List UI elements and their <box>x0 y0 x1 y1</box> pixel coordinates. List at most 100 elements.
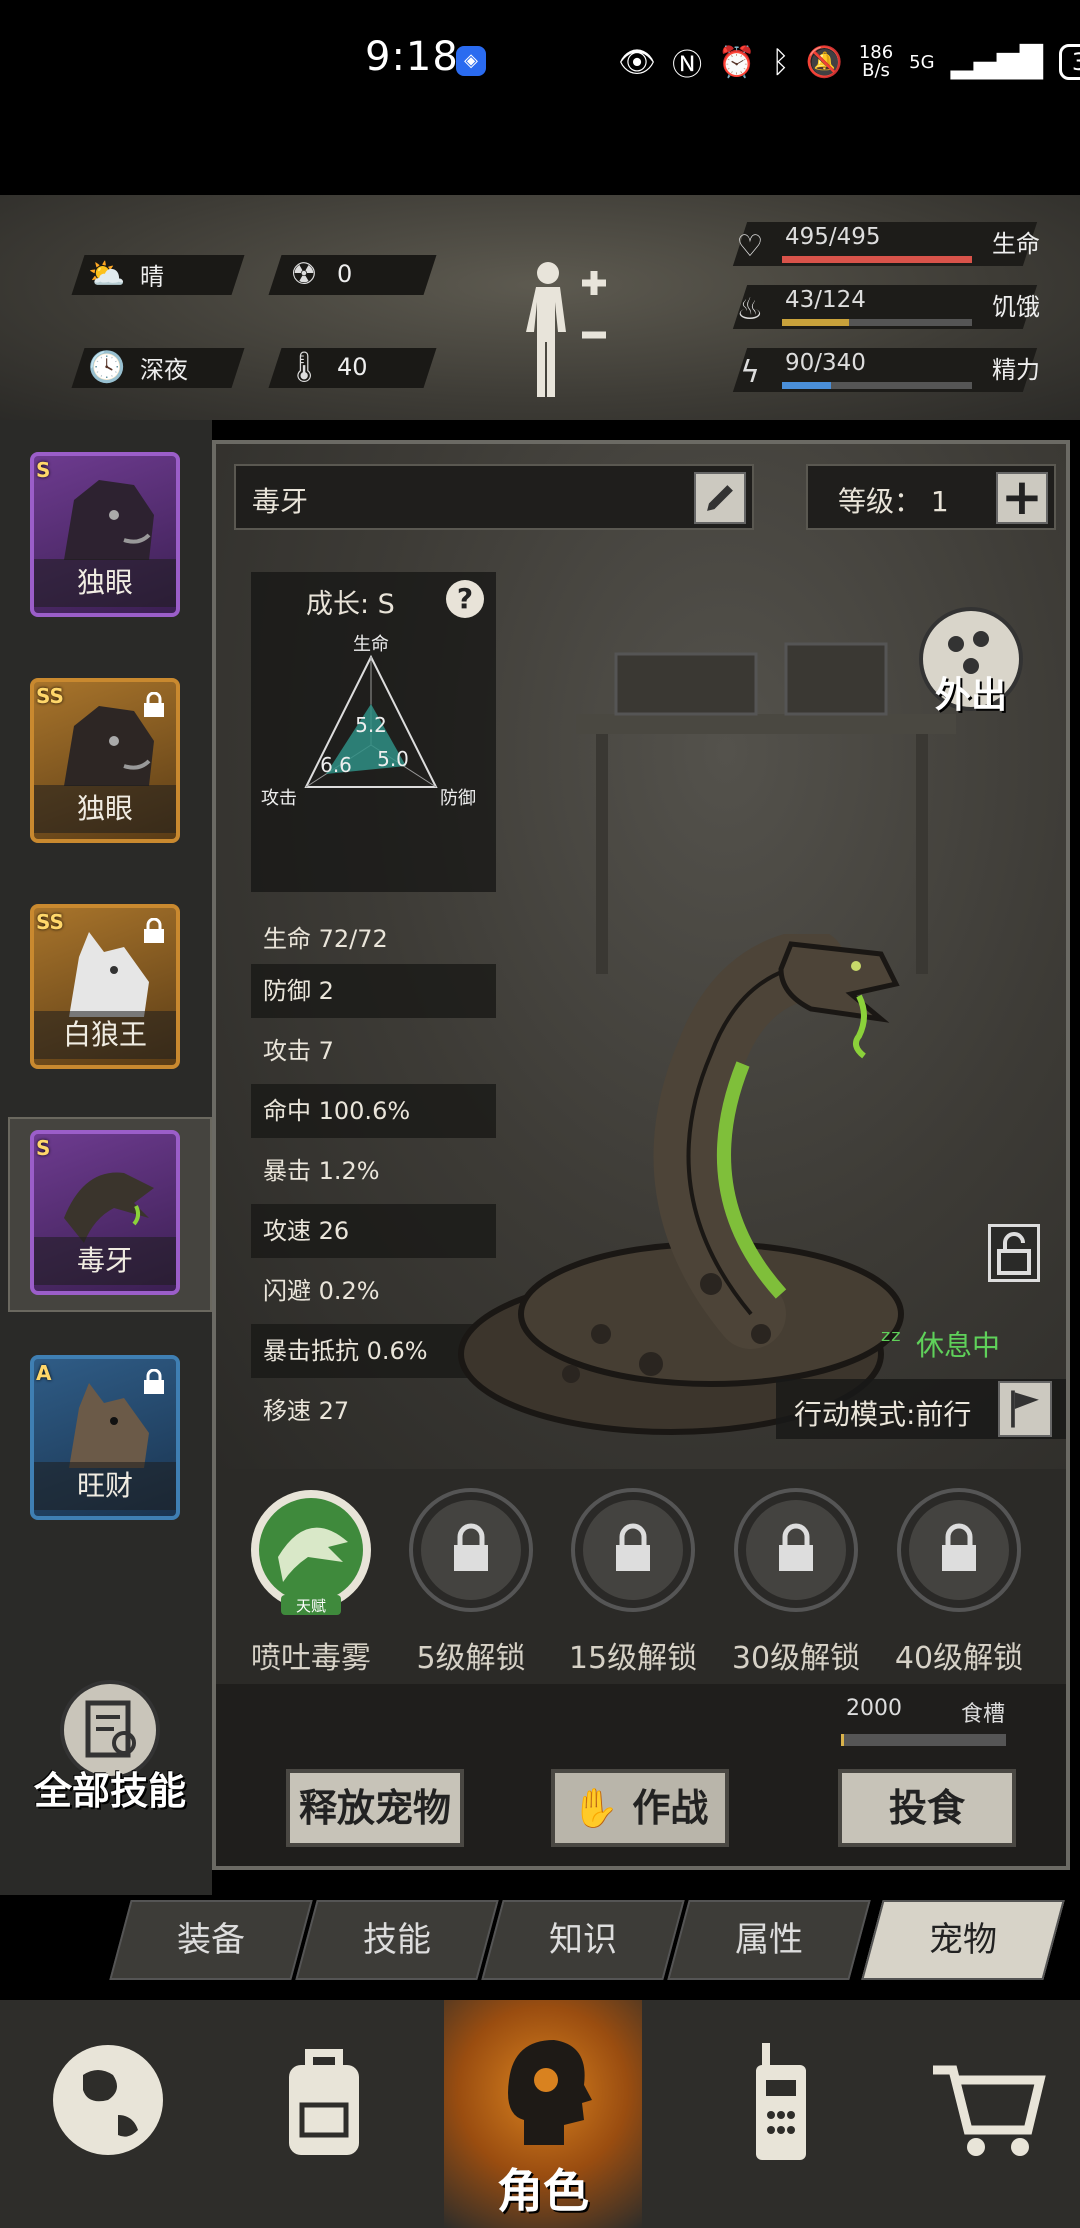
fight-button[interactable]: ✋ 作战 <box>551 1769 729 1847</box>
release-pet-button[interactable]: 释放宠物 <box>286 1769 464 1847</box>
pet-card-white-wolf-king[interactable]: SS 白狼王 <box>30 904 180 1069</box>
nav-shop[interactable] <box>880 2000 1080 2228</box>
top-hud: ⛅ 晴 ☢ 0 🕓 深夜 🌡 40 ♡ 495/495 生命 ♨ 43/124 … <box>0 195 1080 420</box>
bluetooth-icon: ᛒ <box>771 44 790 80</box>
backpack-icon <box>289 2049 359 2155</box>
network-speed: 186 B/s <box>858 42 894 81</box>
pet-card-poison-fang[interactable]: S 毒牙 <box>30 1130 180 1295</box>
shield-icon: ◈ <box>456 46 486 76</box>
status-icons: 👁 Ⓝ ⏰ ᛒ 🔕 186B/s 5G ▂▄▆█ 30 <box>618 42 1080 83</box>
radiation-icon: ☢ <box>290 256 318 292</box>
lock-icon <box>144 918 164 943</box>
heart-icon: ♡ <box>736 228 764 264</box>
health-label: 生命 <box>992 230 1040 258</box>
skill-label: 40级解锁 <box>894 1641 1024 1676</box>
outing-label: 外出 <box>934 675 1007 716</box>
energy-icon: ϟ <box>740 354 760 390</box>
hunger-label: 饥饿 <box>992 293 1040 321</box>
pet-rank-badge: S <box>36 458 51 482</box>
rest-status: 休息中 <box>916 1329 1001 1362</box>
signal-icon: ▂▄▆█ <box>950 44 1043 80</box>
skill-slot-locked[interactable]: 30级解锁 <box>721 1487 871 1677</box>
skills-row: 天赋 喷吐毒雾 5级解锁 15级解锁 30级解锁 40级解锁 <box>216 1469 1066 1684</box>
trough-bar <box>841 1734 1006 1746</box>
lock-icon <box>144 1369 164 1394</box>
locked-skill-icon <box>409 1488 533 1612</box>
skill-slot-locked[interactable]: 5级解锁 <box>396 1487 546 1677</box>
growth-text: 成长: S <box>306 589 395 620</box>
lock-icon <box>144 692 164 717</box>
snake-pet-illustration <box>458 934 904 1435</box>
head-silhouette-icon <box>508 2040 592 2145</box>
pet-rank-badge: SS <box>36 684 64 708</box>
pet-lock-button[interactable] <box>988 1224 1040 1282</box>
radar-axis-right: 防御 <box>440 788 476 809</box>
weather-value: 晴 <box>140 262 164 291</box>
boar-portrait-icon <box>64 480 154 560</box>
body-status-figure[interactable] <box>520 255 610 405</box>
help-button[interactable]: ? <box>446 580 484 618</box>
tab-bar: 装备 技能 知识 属性 宠物 <box>0 1895 1080 2000</box>
edit-name-button[interactable] <box>694 472 746 524</box>
pet-card-dueyan-2[interactable]: SS 独眼 <box>30 678 180 843</box>
pet-card-wangcai[interactable]: A 旺财 <box>30 1355 180 1520</box>
snake-skill-icon: 天赋 <box>251 1490 371 1615</box>
bottom-navigation: 角色 <box>0 2000 1080 2228</box>
pet-name-text: 毒牙 <box>252 485 309 518</box>
skill-slot-locked[interactable]: 15级解锁 <box>558 1487 708 1677</box>
tab-pets-label: 宠物 <box>929 1920 997 1960</box>
pet-card-dueyan-1[interactable]: S 独眼 <box>30 452 180 617</box>
pet-rank-badge: SS <box>36 910 64 934</box>
nfc-icon: Ⓝ <box>672 48 703 83</box>
pet-name: 独眼 <box>34 785 176 833</box>
hunger-bar: ♨ 43/124 饥饿 <box>720 283 1060 337</box>
unlock-icon <box>997 1232 1031 1275</box>
level-up-button[interactable]: + <box>996 472 1048 524</box>
trough-fill <box>841 1734 845 1746</box>
nav-radio[interactable] <box>670 2000 886 2228</box>
pet-rank-badge: A <box>36 1361 52 1385</box>
status-bar: 9:18 ◈ 👁 Ⓝ ⏰ ᛒ 🔕 186B/s 5G ▂▄▆█ 30 <box>0 0 1080 195</box>
talent-badge: 天赋 <box>296 1597 326 1615</box>
globe-icon <box>53 2045 163 2155</box>
energy-text: 90/340 <box>785 350 866 376</box>
question-icon: ? <box>456 582 474 615</box>
status-time: 9:18 <box>365 34 459 80</box>
snake-portrait-icon <box>64 1172 154 1243</box>
feed-button[interactable]: 投食 <box>838 1769 1016 1847</box>
nav-world-map[interactable] <box>0 2000 216 2228</box>
action-mode-text: 行动模式:前行 <box>794 1398 972 1431</box>
growth-panel: 成长: S ? 生命 攻击 防御 5.2 6.6 5.0 <box>251 572 496 892</box>
pet-name: 旺财 <box>34 1462 176 1510</box>
nav-character[interactable]: 角色 <box>444 2000 642 2228</box>
network-type: 5G <box>909 51 935 73</box>
mute-icon: 🔕 <box>805 44 843 80</box>
pet-name-field: 毒牙 <box>234 464 754 530</box>
skill-label: 5级解锁 <box>416 1641 526 1676</box>
all-skills-button[interactable]: 全部技能 <box>30 1675 190 1825</box>
level-field: 等级： 1 + <box>806 464 1056 530</box>
outing-button[interactable]: 外出 <box>916 604 1026 734</box>
locked-skill-icon <box>734 1488 858 1612</box>
tab-knowledge-label: 知识 <box>549 1920 617 1960</box>
all-skills-label: 全部技能 <box>33 1769 186 1813</box>
release-pet-label: 释放宠物 <box>298 1786 451 1830</box>
pet-name: 独眼 <box>34 559 176 607</box>
radar-axis-left: 攻击 <box>261 788 297 809</box>
fight-label: 作战 <box>632 1786 709 1830</box>
nav-backpack[interactable] <box>216 2000 432 2228</box>
trough-value: 2000 <box>846 1696 902 1721</box>
skill-label: 30级解锁 <box>731 1641 861 1676</box>
pet-detail-panel: 毒牙 等级： 1 + 成长: S ? 生命 攻击 防御 5.2 6.6 5.0 … <box>212 440 1070 1870</box>
energy-label: 精力 <box>992 356 1040 384</box>
battery-indicator: 30 <box>1058 44 1080 80</box>
action-mode-button[interactable] <box>998 1381 1052 1437</box>
cloud-sun-icon: ⛅ <box>88 256 126 292</box>
skill-slot-locked[interactable]: 40级解锁 <box>884 1487 1034 1677</box>
tab-attributes-label: 属性 <box>735 1920 803 1960</box>
feed-label: 投食 <box>888 1786 965 1830</box>
eye-icon: 👁 <box>618 44 657 80</box>
skill-slot-talent[interactable]: 天赋 喷吐毒雾 <box>236 1487 386 1677</box>
pet-scene: 毒牙 等级： 1 + 成长: S ? 生命 攻击 防御 5.2 6.6 5.0 … <box>216 444 1066 1469</box>
pet-list-panel: S 独眼 SS 独眼 SS 白狼王 S 毒牙 A 旺财 全部技能 <box>0 420 212 1895</box>
